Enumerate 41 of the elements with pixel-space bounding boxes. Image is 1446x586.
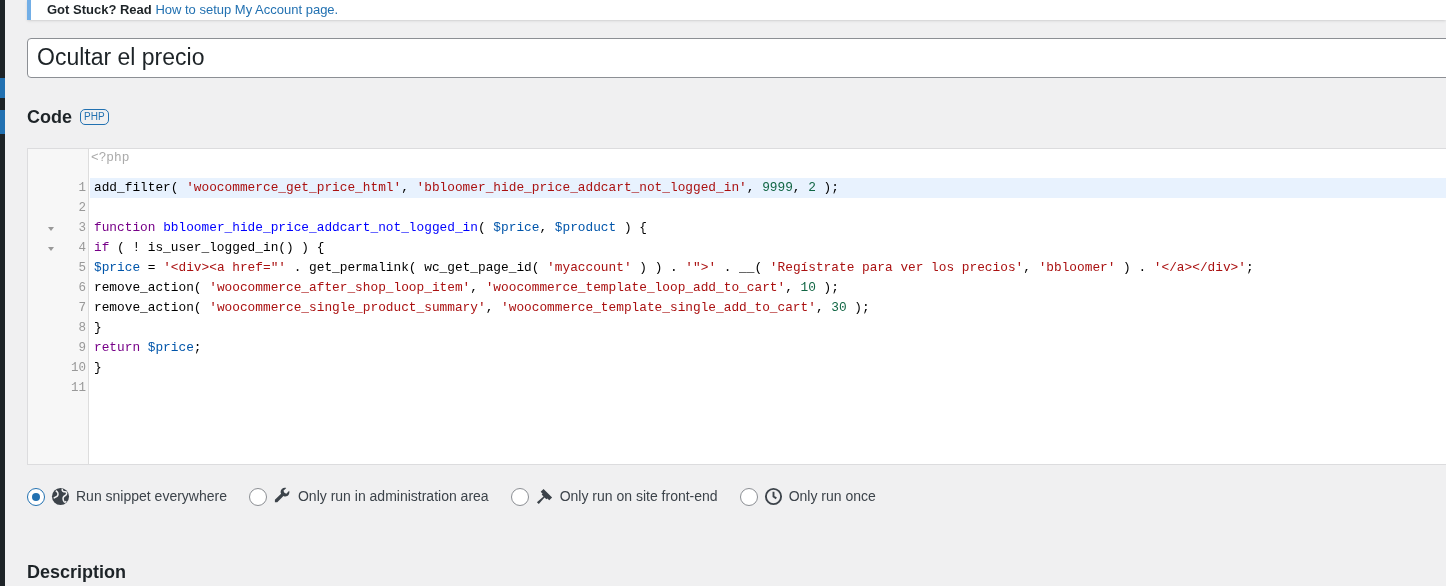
line-number: 8: [78, 320, 86, 337]
section-heading: Code: [27, 105, 72, 129]
code-line: add_filter( 'woocommerce_get_price_html', 'bbloomer_hide_price_addcart_not_logged_in', 9999, 2 );: [94, 180, 839, 195]
line-number: 5: [78, 260, 86, 277]
fold-icon[interactable]: [48, 247, 54, 251]
line-number: 4: [78, 240, 86, 257]
code-line: if ( ! is_user_logged_in() ) {: [94, 240, 325, 255]
line-number: 7: [78, 300, 86, 317]
line-number: 10: [71, 360, 86, 377]
radio-button[interactable]: [739, 487, 758, 506]
line-number: 9: [78, 340, 86, 357]
radio-button[interactable]: [510, 487, 529, 506]
globe-icon: [51, 487, 70, 506]
paintbrush-icon: [534, 487, 554, 506]
section-heading: Description: [27, 561, 128, 584]
line-number: 2: [78, 200, 86, 217]
code-text: <?php: [90, 149, 130, 167]
clock-icon: [763, 487, 783, 506]
code-line: function bbloomer_hide_price_addcart_not_logged_in( $price, $product ) {: [94, 220, 647, 235]
line-number: 3: [78, 220, 86, 237]
code-line: remove_action( 'woocommerce_single_product_summary', 'woocommerce_template_single_add_to_cart', 30 );: [94, 300, 870, 315]
radio-button[interactable]: [249, 487, 267, 506]
code-line: $price = '<div><a href="' . get_permalink( wc_get_page_id( 'myaccount' ) ) . '">' . __( 'Regístrate para ver los precios', 'bbloomer' ) . '</a></div>';: [94, 260, 1254, 275]
line-number: 1: [78, 180, 86, 197]
code-line: remove_action( 'woocommerce_after_shop_loop_item', 'woocommerce_template_loop_add_to_cart', 10 );: [94, 280, 839, 295]
help-link[interactable]: How to setup My Account page.: [155, 2, 339, 17]
code-line: }: [94, 360, 102, 375]
line-number: 6: [78, 280, 86, 297]
language-badge: PHP: [80, 109, 109, 126]
option-label[interactable]: Only run once: [788, 486, 876, 507]
radio-button[interactable]: [27, 487, 45, 506]
notice-text: Got Stuck? Read How to setup My Account page.: [47, 1, 339, 19]
code-editor[interactable]: [27, 147, 1446, 465]
line-number: 11: [71, 380, 86, 397]
fold-icon[interactable]: [48, 227, 54, 231]
code-line: }: [94, 320, 102, 335]
option-label[interactable]: Run snippet everywhere: [76, 486, 227, 507]
option-label[interactable]: Only run on site front-end: [559, 486, 718, 507]
code-line: return $price;: [94, 340, 202, 355]
option-label[interactable]: Only run in administration area: [298, 486, 489, 507]
title-field[interactable]: Ocultar el precio: [27, 37, 1446, 78]
